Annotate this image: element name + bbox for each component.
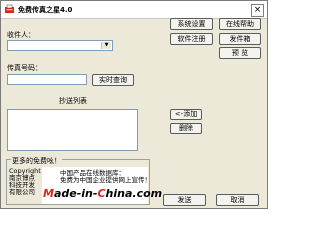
cancel-button[interactable]: 取消 bbox=[216, 194, 259, 206]
copyright-block: Copyright 南京博点 科技开发 有限公司 bbox=[9, 168, 41, 196]
software-register-button[interactable]: 软件注册 bbox=[170, 33, 213, 45]
fax-number-label: 传真号码： bbox=[7, 64, 42, 72]
realtime-query-button[interactable]: 实时查询 bbox=[92, 74, 134, 86]
brand-part: M bbox=[43, 187, 54, 200]
ad-notice: 中国产品在线数据库： 免费为中国企业提供网上宣传！ bbox=[60, 170, 151, 184]
fax-app-icon bbox=[5, 4, 14, 13]
ad-banner[interactable]: 中国产品在线数据库： 免费为中国企业提供网上宣传！ Made-in-China.… bbox=[42, 167, 162, 204]
app-window: 免费传真之星4.0 × 收件人： ▼ 传真号码： 实时查询 抄送列表 <-添加 … bbox=[0, 0, 268, 209]
title-bar: 免费传真之星4.0 × bbox=[1, 1, 267, 19]
window-title: 免费传真之星4.0 bbox=[18, 6, 73, 14]
fax-number-input[interactable] bbox=[7, 74, 87, 85]
promo-title: 更多的免费吆！ bbox=[11, 156, 62, 166]
brand-part: hina.com bbox=[105, 187, 163, 200]
recipient-combobox[interactable]: ▼ bbox=[7, 40, 113, 51]
cc-list-label: 抄送列表 bbox=[59, 97, 87, 105]
made-in-china-logo: Made-in-China.com bbox=[43, 187, 162, 200]
ad-notice-line: 免费为中国企业提供网上宣传！ bbox=[60, 176, 151, 184]
preview-button[interactable]: 预 览 bbox=[219, 47, 261, 59]
online-help-button[interactable]: 在线帮助 bbox=[219, 18, 261, 30]
brand-part: ade-in- bbox=[53, 187, 98, 200]
chevron-down-icon[interactable]: ▼ bbox=[101, 42, 111, 49]
delete-button[interactable]: 删除 bbox=[170, 123, 202, 134]
recipient-label: 收件人： bbox=[7, 31, 35, 39]
outbox-button[interactable]: 发件箱 bbox=[219, 33, 261, 45]
close-button[interactable]: × bbox=[251, 4, 264, 17]
system-settings-button[interactable]: 系统设置 bbox=[170, 18, 213, 30]
copyright-line: 有限公司 bbox=[9, 188, 35, 196]
add-button[interactable]: <-添加 bbox=[170, 109, 202, 120]
brand-part: C bbox=[97, 187, 106, 200]
cc-listbox[interactable] bbox=[7, 109, 138, 151]
send-button[interactable]: 发送 bbox=[163, 194, 206, 206]
